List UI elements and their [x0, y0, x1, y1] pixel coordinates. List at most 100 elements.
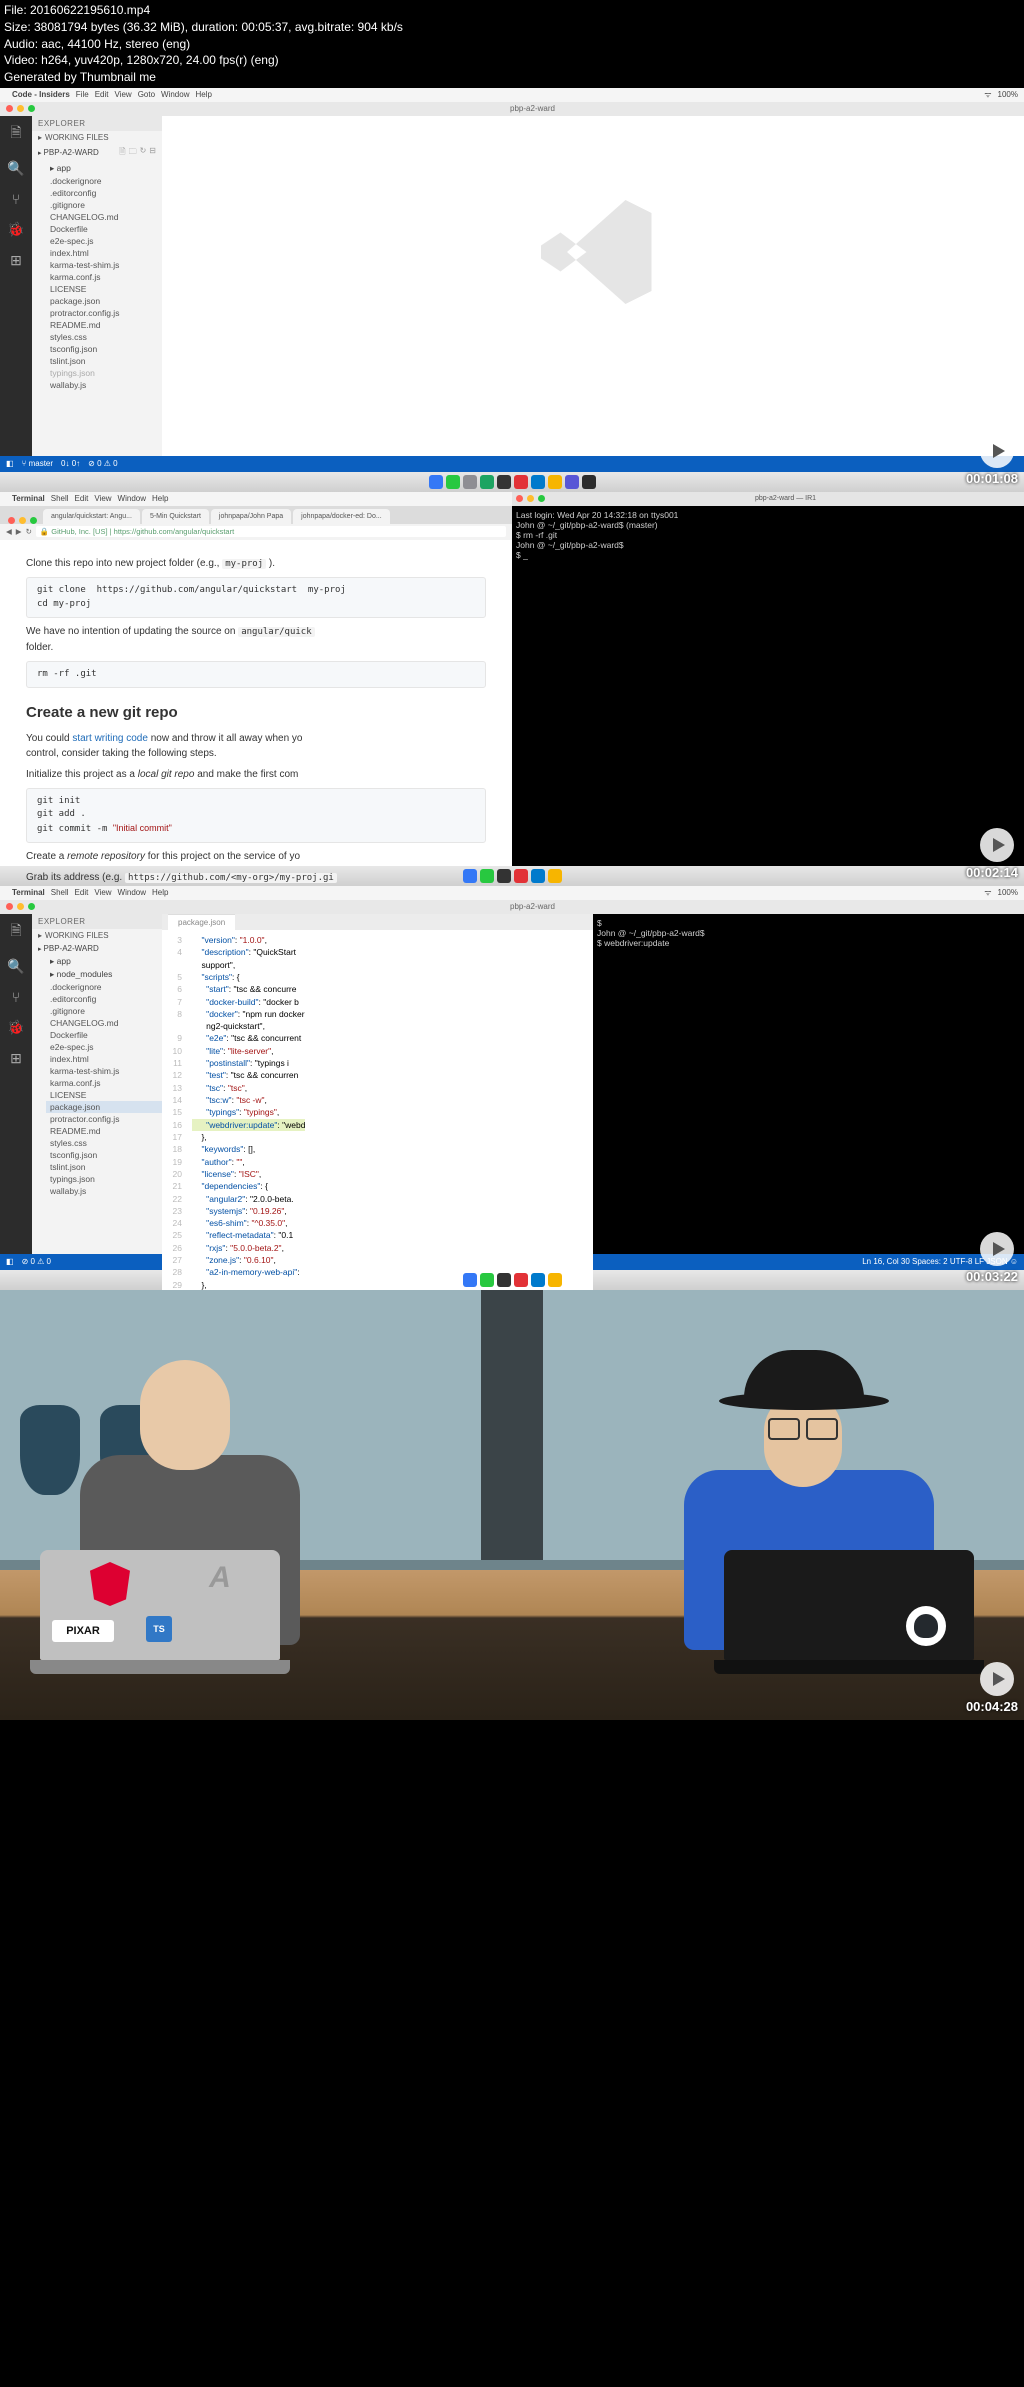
reload-icon[interactable]: ↻: [26, 527, 32, 536]
term-line: $ rm -rf .git: [516, 530, 1020, 540]
file-item[interactable]: protractor.config.js: [46, 307, 162, 319]
explorer-icon[interactable]: 🗎: [10, 920, 21, 944]
forward-icon[interactable]: ▶: [16, 527, 22, 536]
file-item[interactable]: tslint.json: [46, 1161, 162, 1173]
extensions-icon[interactable]: ⊞: [10, 1050, 22, 1067]
new-folder-icon[interactable]: 🗀: [129, 146, 137, 160]
app-name[interactable]: Terminal: [12, 494, 45, 503]
glasses-icon: [768, 1418, 838, 1436]
menu-edit[interactable]: Edit: [95, 90, 109, 99]
file-item[interactable]: README.md: [46, 1125, 162, 1137]
file-item[interactable]: Dockerfile: [46, 223, 162, 235]
menu-view[interactable]: View: [114, 90, 131, 99]
file-item[interactable]: e2e-spec.js: [46, 1041, 162, 1053]
file-item[interactable]: README.md: [46, 319, 162, 331]
file-item[interactable]: ▸ app: [46, 162, 162, 175]
file-item[interactable]: Dockerfile: [46, 1029, 162, 1041]
status-branch[interactable]: ⑂ master: [22, 459, 53, 468]
search-icon[interactable]: 🔍: [7, 958, 24, 975]
file-item[interactable]: LICENSE: [46, 1089, 162, 1101]
browser-tab[interactable]: johnpapa/John Papa: [211, 509, 291, 524]
menu-file[interactable]: File: [76, 90, 89, 99]
debug-icon[interactable]: 🐞: [7, 221, 24, 238]
editor-tab[interactable]: package.json: [168, 914, 235, 930]
file-item[interactable]: package.json: [46, 1101, 162, 1113]
file-item[interactable]: styles.css: [46, 331, 162, 343]
file-item[interactable]: .dockerignore: [46, 981, 162, 993]
vscode-window: 🗎 🔍 ⑂ 🐞 ⊞ EXPLORER ▸ WORKING FILES PBP-A…: [0, 116, 1024, 456]
battery-icon[interactable]: 100%: [998, 90, 1018, 99]
file-item[interactable]: CHANGELOG.md: [46, 1017, 162, 1029]
browser-tab[interactable]: johnpapa/docker-ed: Do...: [293, 509, 390, 524]
git-icon[interactable]: ⑂: [12, 989, 20, 1005]
wifi-icon[interactable]: ᯤ: [984, 887, 991, 898]
browser-tabs: angular/quickstart: Angu... 5-Min Quicks…: [0, 506, 512, 524]
menu-window[interactable]: Window: [161, 90, 189, 99]
file-item[interactable]: tsconfig.json: [46, 343, 162, 355]
start-writing-link[interactable]: start writing code: [72, 733, 148, 744]
file-item[interactable]: LICENSE: [46, 283, 162, 295]
file-item[interactable]: protractor.config.js: [46, 1113, 162, 1125]
wifi-icon[interactable]: ᯤ: [984, 89, 991, 100]
working-files-section[interactable]: ▸ WORKING FILES: [32, 131, 162, 144]
status-problems[interactable]: ⊘ 0 ⚠ 0: [22, 1257, 51, 1266]
file-item[interactable]: .editorconfig: [46, 993, 162, 1005]
explorer-icon[interactable]: 🗎: [10, 122, 21, 146]
file-item[interactable]: karma.conf.js: [46, 271, 162, 283]
status-insiders-icon[interactable]: ◧: [6, 1257, 14, 1266]
file-item[interactable]: karma-test-shim.js: [46, 1065, 162, 1077]
terminal[interactable]: $ John @ ~/_git/pbp-a2-ward$ $ webdriver…: [593, 914, 1024, 1254]
readme-p: Clone this repo into new project folder …: [26, 556, 486, 572]
code-block: git init git add . git commit -m "Initia…: [26, 788, 486, 844]
play-icon[interactable]: [980, 1232, 1014, 1266]
timestamp-3: 00:03:22: [966, 1269, 1018, 1284]
mac-dock[interactable]: [0, 472, 1024, 492]
play-icon[interactable]: [980, 434, 1014, 468]
file-item[interactable]: styles.css: [46, 1137, 162, 1149]
file-item[interactable]: typings.json: [46, 367, 162, 379]
menu-help[interactable]: Help: [195, 90, 211, 99]
status-sync[interactable]: 0↓ 0↑: [61, 459, 80, 468]
thumbnail-2: Terminal Shell Edit View Window Help ᯤ10…: [0, 492, 1024, 886]
file-item[interactable]: wallaby.js: [46, 1185, 162, 1197]
extensions-icon[interactable]: ⊞: [10, 252, 22, 269]
git-icon[interactable]: ⑂: [12, 191, 20, 207]
file-item[interactable]: karma.conf.js: [46, 1077, 162, 1089]
file-item[interactable]: index.html: [46, 247, 162, 259]
file-item[interactable]: tsconfig.json: [46, 1149, 162, 1161]
file-item[interactable]: karma-test-shim.js: [46, 259, 162, 271]
new-file-icon[interactable]: 🗎: [119, 146, 125, 160]
file-item[interactable]: .dockerignore: [46, 175, 162, 187]
file-item[interactable]: e2e-spec.js: [46, 235, 162, 247]
app-name[interactable]: Code - Insiders: [12, 90, 70, 99]
status-problems[interactable]: ⊘ 0 ⚠ 0: [88, 459, 117, 468]
browser-tab[interactable]: angular/quickstart: Angu...: [43, 509, 140, 524]
url-field[interactable]: 🔒 GitHub, Inc. [US] | https://github.com…: [36, 526, 506, 537]
terminal[interactable]: Last login: Wed Apr 20 14:32:18 on ttys0…: [512, 506, 1024, 866]
file-item[interactable]: ▸ app: [46, 955, 162, 968]
debug-icon[interactable]: 🐞: [7, 1019, 24, 1036]
file-item[interactable]: index.html: [46, 1053, 162, 1065]
browser-tab[interactable]: 5-Min Quickstart: [142, 509, 209, 524]
collapse-icon[interactable]: ⊟: [149, 146, 156, 160]
window-controls[interactable]: [6, 105, 35, 112]
play-icon[interactable]: [980, 1662, 1014, 1696]
thumbnail-1: Code - Insiders File Edit View Goto Wind…: [0, 88, 1024, 492]
file-item[interactable]: ▸ node_modules: [46, 968, 162, 981]
file-item[interactable]: .editorconfig: [46, 187, 162, 199]
status-insiders-icon[interactable]: ◧: [6, 459, 14, 468]
readme-heading: Create a new git repo: [26, 702, 486, 725]
file-item[interactable]: typings.json: [46, 1173, 162, 1185]
play-icon[interactable]: [980, 828, 1014, 862]
refresh-icon[interactable]: ↻: [140, 146, 147, 160]
file-item[interactable]: package.json: [46, 295, 162, 307]
file-item[interactable]: .gitignore: [46, 1005, 162, 1017]
file-item[interactable]: wallaby.js: [46, 379, 162, 391]
file-item[interactable]: tslint.json: [46, 355, 162, 367]
project-header[interactable]: PBP-A2-WARD 🗎🗀↻⊟: [32, 144, 162, 162]
back-icon[interactable]: ◀: [6, 527, 12, 536]
file-item[interactable]: .gitignore: [46, 199, 162, 211]
menu-goto[interactable]: Goto: [138, 90, 155, 99]
file-item[interactable]: CHANGELOG.md: [46, 211, 162, 223]
search-icon[interactable]: 🔍: [7, 160, 24, 177]
